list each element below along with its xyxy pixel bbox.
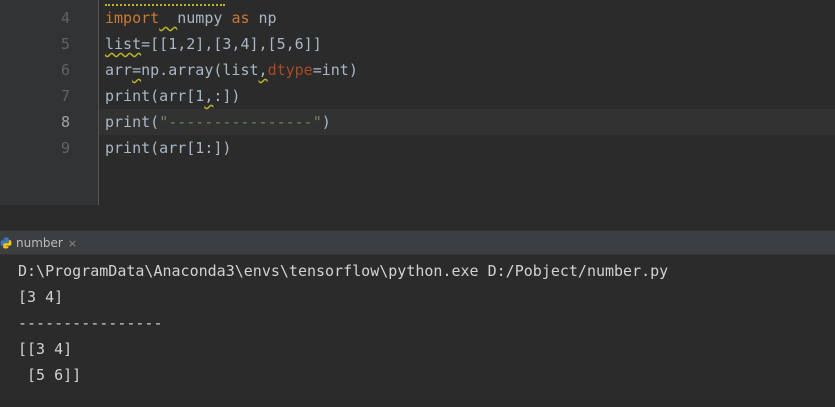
line-number: 9 xyxy=(60,139,71,157)
code-token: import xyxy=(105,9,160,27)
line-number: 5 xyxy=(60,35,71,53)
code-token: = xyxy=(132,61,142,79)
code-token: np xyxy=(249,9,277,27)
code-token: print( xyxy=(105,113,160,131)
editor-gutter xyxy=(0,0,38,230)
code-line[interactable]: list=[[1,2],[3,4],[5,6]] xyxy=(105,31,322,57)
code-line[interactable]: arr=np.array(list,dtype=int) xyxy=(105,57,358,83)
run-tool-window-header: number × xyxy=(0,230,835,255)
run-tab-label: number xyxy=(16,236,63,250)
console-line: [[3 4] xyxy=(18,340,73,358)
line-number: 4 xyxy=(60,9,71,27)
line-number: 7 xyxy=(60,87,71,105)
code-token: =[[1,2],[3,4],[5,6]] xyxy=(141,35,322,53)
python-icon xyxy=(0,237,12,249)
close-icon[interactable]: × xyxy=(68,237,77,250)
line-number-current: 8 xyxy=(60,113,71,131)
gutter-divider xyxy=(98,0,99,205)
code-editor[interactable]: 4 5 6 7 8 9 import numpy as np list=[[1,… xyxy=(0,0,835,230)
code-token: print(arr[1 xyxy=(105,87,205,105)
code-token: arr xyxy=(105,61,133,79)
code-token: list xyxy=(105,35,142,53)
code-token: dtype xyxy=(267,61,313,79)
editor-bottom-area xyxy=(0,205,835,230)
code-token: as xyxy=(231,9,250,27)
code-token: ) xyxy=(321,113,331,131)
code-token: =int) xyxy=(312,61,358,79)
code-line[interactable]: print(arr[1:]) xyxy=(105,135,231,161)
run-tab-number[interactable]: number × xyxy=(0,231,83,255)
code-token: np.array(list xyxy=(141,61,259,79)
code-token: , xyxy=(258,61,268,79)
code-line-current[interactable]: print("----------------") xyxy=(105,109,331,135)
console-line: D:\ProgramData\Anaconda3\envs\tensorflow… xyxy=(18,262,669,280)
code-line[interactable]: print(arr[1,:]) xyxy=(105,83,240,109)
code-token: numpy xyxy=(177,9,232,27)
console-line: ---------------- xyxy=(18,314,163,332)
console-line: [5 6]] xyxy=(18,366,82,384)
run-console-output[interactable]: D:\ProgramData\Anaconda3\envs\tensorflow… xyxy=(0,255,835,407)
code-token: print(arr[1:]) xyxy=(105,139,232,157)
line-number-column: 4 5 6 7 8 9 xyxy=(38,0,98,205)
code-token: "----------------" xyxy=(159,113,322,131)
line-number: 6 xyxy=(60,61,71,79)
code-line[interactable]: import numpy as np xyxy=(105,5,277,31)
code-token: :]) xyxy=(213,87,241,105)
console-line: [3 4] xyxy=(18,288,64,306)
